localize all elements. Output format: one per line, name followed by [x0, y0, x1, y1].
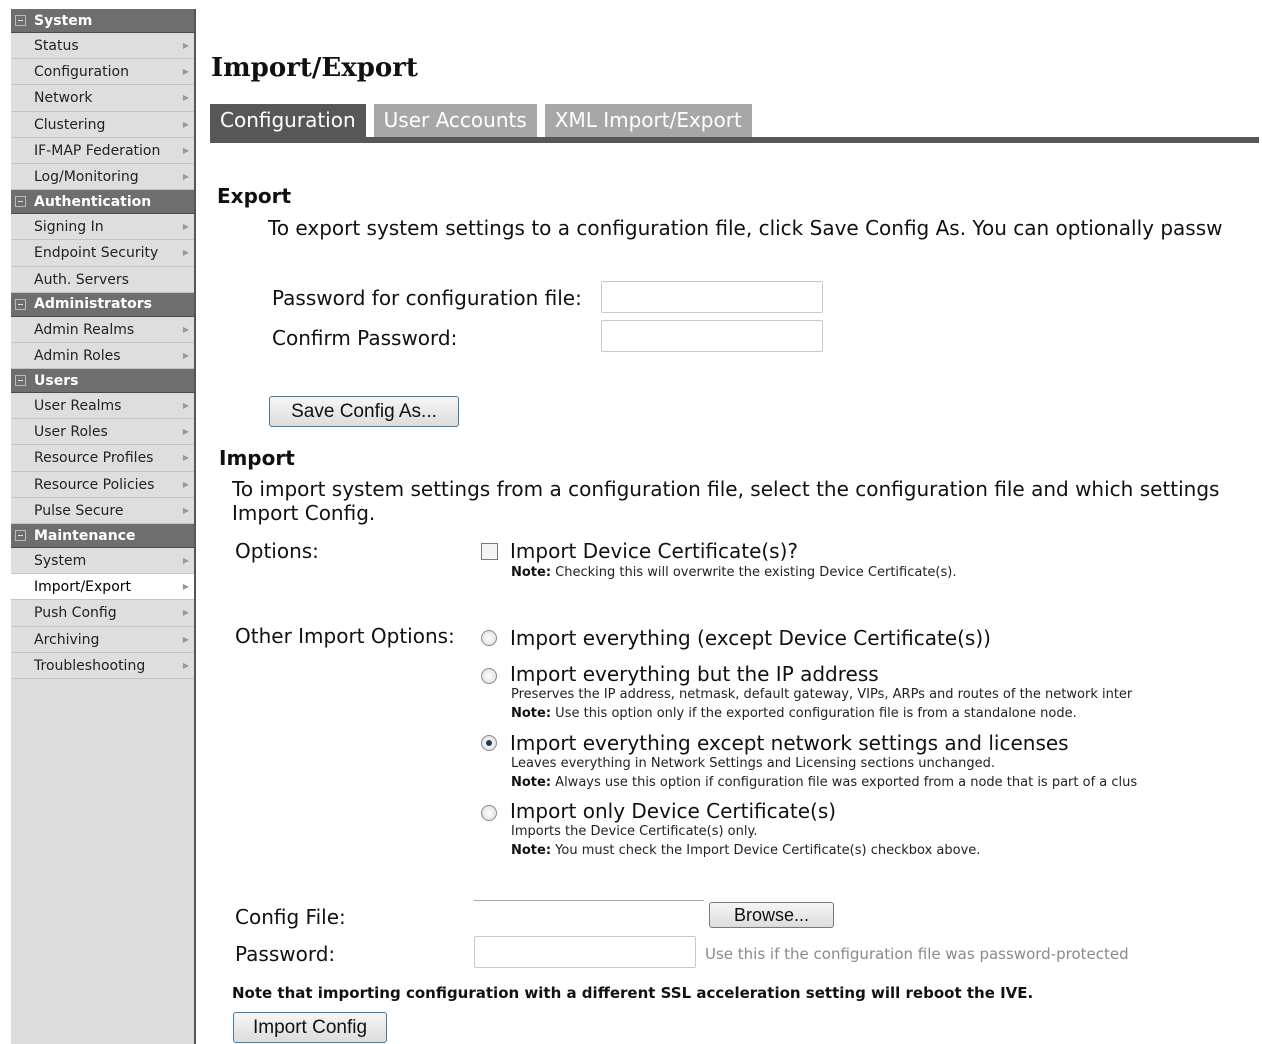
tab-bar: Configuration User Accounts XML Import/E…: [210, 104, 760, 137]
chevron-right-icon: ▶: [182, 41, 189, 50]
chevron-right-icon: ▶: [182, 324, 189, 334]
chevron-right-icon: ▶: [182, 608, 189, 618]
sidebar-item-log-monitoring[interactable]: Log/Monitoring ▶: [11, 163, 194, 191]
import-device-cert-label: Import Device Certificate(s)?: [510, 539, 799, 563]
chevron-right-icon: ▶: [182, 479, 189, 489]
radio-import-only-cert-note: Note: You must check the Import Device C…: [511, 843, 981, 858]
sidebar-item-pulse-secure[interactable]: Pulse Secure ▶: [11, 497, 194, 524]
sidebar-item-resource-profiles[interactable]: Resource Profiles ▶: [11, 445, 194, 472]
chevron-right-icon: ▶: [182, 171, 189, 181]
sidebar-item-signing-in[interactable]: Signing In ▶: [11, 214, 194, 241]
import-password-label: Password:: [235, 942, 336, 966]
sidebar-section-authentication[interactable]: Authentication: [11, 190, 194, 215]
export-password-label: Password for configuration file:: [272, 286, 582, 310]
chevron-right-icon: ▶: [182, 453, 189, 463]
radio-import-but-ip-note: Note: Use this option only if the export…: [511, 706, 1077, 721]
radio-import-except-network-label: Import everything except network setting…: [510, 731, 1069, 755]
config-file-path[interactable]: [474, 900, 704, 901]
radio-import-except-network-desc: Leaves everything in Network Settings an…: [511, 756, 995, 771]
sidebar: System Status ▶ Configuration ▶ Network ▶ C…: [11, 9, 196, 1044]
chevron-right-icon: ▶: [182, 222, 189, 232]
collapse-icon[interactable]: [15, 298, 26, 310]
other-import-options-label: Other Import Options:: [235, 624, 455, 648]
chevron-right-icon: ▶: [182, 248, 189, 258]
config-file-label: Config File:: [235, 905, 346, 929]
sidebar-item-push-config[interactable]: Push Config ▶: [11, 600, 194, 627]
radio-import-but-ip-label: Import everything but the IP address: [510, 662, 879, 686]
sidebar-item-troubleshooting[interactable]: Troubleshooting ▶: [11, 652, 194, 679]
chevron-right-icon: ▶: [182, 67, 189, 77]
radio-import-only-cert-label: Import only Device Certificate(s): [510, 799, 837, 823]
sidebar-item-admin-realms[interactable]: Admin Realms ▶: [11, 316, 194, 343]
sidebar-item-resource-policies[interactable]: Resource Policies ▶: [11, 471, 194, 498]
export-description: To export system settings to a configura…: [268, 216, 1223, 240]
save-config-as-button[interactable]: Save Config As...: [269, 396, 459, 427]
reboot-note: Note that importing configuration with a…: [232, 984, 1034, 1002]
browse-button[interactable]: Browse...: [709, 902, 834, 928]
tab-divider: [210, 137, 1259, 143]
import-device-cert-checkbox[interactable]: [481, 543, 498, 560]
sidebar-item-archiving[interactable]: Archiving ▶: [11, 626, 194, 653]
page-title: Import/Export: [211, 53, 418, 83]
sidebar-section-maintenance[interactable]: Maintenance: [11, 524, 194, 548]
tab-user-accounts[interactable]: User Accounts: [373, 104, 537, 137]
sidebar-item-import-export[interactable]: Import/Export ▶: [11, 574, 194, 601]
sidebar-item-admin-roles[interactable]: Admin Roles ▶: [11, 342, 194, 370]
import-description-line1: To import system settings from a configu…: [232, 477, 1220, 501]
confirm-password-label: Confirm Password:: [272, 326, 458, 350]
radio-import-except-network-note: Note: Always use this option if configur…: [511, 775, 1138, 790]
radio-import-everything-label: Import everything (except Device Certifi…: [510, 626, 991, 650]
sidebar-item-configuration[interactable]: Configuration ▶: [11, 59, 194, 86]
import-description-line2: Import Config.: [232, 501, 376, 525]
device-cert-note: Note: Checking this will overwrite the e…: [511, 565, 957, 580]
sidebar-section-administrators[interactable]: Administrators: [11, 292, 194, 317]
radio-import-only-cert[interactable]: [481, 805, 497, 821]
sidebar-item-user-roles[interactable]: User Roles ▶: [11, 419, 194, 446]
chevron-right-icon: ▶: [182, 582, 189, 592]
chevron-right-icon: ▶: [182, 660, 189, 670]
chevron-right-icon: ▶: [182, 505, 189, 515]
sidebar-item-clustering[interactable]: Clustering ▶: [11, 111, 194, 138]
chevron-right-icon: ▶: [182, 556, 189, 565]
sidebar-item-auth-servers[interactable]: Auth. Servers: [11, 266, 194, 293]
sidebar-item-user-realms[interactable]: User Realms ▶: [11, 393, 194, 420]
import-config-button[interactable]: Import Config: [233, 1012, 387, 1043]
chevron-right-icon: ▶: [182, 145, 189, 155]
export-heading: Export: [217, 184, 292, 208]
export-password-field[interactable]: [601, 281, 823, 313]
main-content: Import/Export Configuration User Account…: [198, 9, 1259, 1044]
sidebar-section-users[interactable]: Users: [11, 369, 194, 394]
options-label: Options:: [235, 539, 319, 563]
sidebar-item-status[interactable]: Status ▶: [11, 33, 194, 60]
chevron-right-icon: ▶: [182, 350, 189, 360]
radio-import-but-ip-desc: Preserves the IP address, netmask, defau…: [511, 687, 1133, 702]
collapse-icon[interactable]: [15, 375, 26, 387]
radio-import-everything[interactable]: [481, 630, 497, 646]
radio-import-but-ip[interactable]: [481, 668, 497, 684]
chevron-right-icon: ▶: [182, 427, 189, 437]
confirm-password-field[interactable]: [601, 320, 823, 352]
chevron-right-icon: ▶: [182, 401, 189, 411]
collapse-icon[interactable]: [15, 15, 26, 26]
tab-xml-import-export[interactable]: XML Import/Export: [544, 104, 752, 137]
collapse-icon[interactable]: [15, 530, 26, 541]
sidebar-item-system[interactable]: System ▶: [11, 548, 194, 575]
collapse-icon[interactable]: [15, 196, 26, 208]
chevron-right-icon: ▶: [182, 634, 189, 644]
chevron-right-icon: ▶: [182, 93, 189, 103]
import-password-hint: Use this if the configuration file was p…: [705, 945, 1129, 963]
sidebar-item-ifmap-federation[interactable]: IF-MAP Federation ▶: [11, 137, 194, 164]
tab-configuration[interactable]: Configuration: [210, 104, 366, 137]
chevron-right-icon: ▶: [182, 119, 189, 129]
import-password-field[interactable]: [474, 936, 696, 968]
import-heading: Import: [219, 446, 295, 470]
sidebar-item-network[interactable]: Network ▶: [11, 85, 194, 112]
radio-import-except-network[interactable]: [481, 735, 497, 751]
radio-import-only-cert-desc: Imports the Device Certificate(s) only.: [511, 824, 758, 839]
sidebar-item-endpoint-security[interactable]: Endpoint Security ▶: [11, 240, 194, 267]
sidebar-section-system[interactable]: System: [11, 9, 194, 33]
